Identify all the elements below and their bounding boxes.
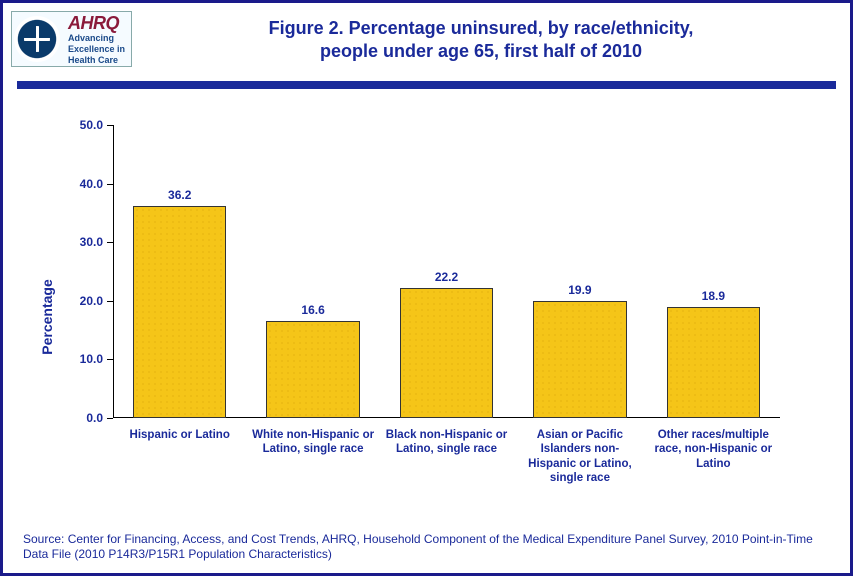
y-tick-label: 40.0 xyxy=(63,177,103,191)
y-tick xyxy=(107,184,113,185)
bar-value-label: 22.2 xyxy=(435,270,458,284)
hhs-seal-icon xyxy=(14,16,60,62)
chart-area: Percentage 36.2 16.6 22.2 19.9 18.9 0.0 10.0 2… xyxy=(33,107,820,528)
bar xyxy=(400,288,493,418)
x-labels-container: Hispanic or LatinoWhite non-Hispanic or … xyxy=(113,422,780,518)
plot-region: 36.216.622.219.918.9 0.010.020.030.040.0… xyxy=(113,125,780,418)
y-tick xyxy=(107,242,113,243)
x-category-label: Hispanic or Latino xyxy=(113,422,246,518)
y-tick xyxy=(107,125,113,126)
bar-slot: 18.9 xyxy=(647,125,780,418)
bar xyxy=(133,206,226,418)
ahrq-logo: AHRQ Advancing Excellence in Health Care xyxy=(11,11,132,67)
y-tick-label: 0.0 xyxy=(63,411,103,425)
bar-value-label: 18.9 xyxy=(702,289,725,303)
y-tick-label: 30.0 xyxy=(63,235,103,249)
ahrq-tagline-1: Advancing xyxy=(68,34,125,43)
figure-title: Figure 2. Percentage uninsured, by race/… xyxy=(132,11,830,64)
bar-slot: 19.9 xyxy=(513,125,646,418)
y-tick-label: 50.0 xyxy=(63,118,103,132)
title-line-2: people under age 65, first half of 2010 xyxy=(132,40,830,63)
bar xyxy=(266,321,359,418)
header-row: AHRQ Advancing Excellence in Health Care… xyxy=(3,3,850,71)
y-axis-label: Percentage xyxy=(39,280,55,355)
bar xyxy=(667,307,760,418)
x-category-label: Other races/multiple race, non-Hispanic … xyxy=(647,422,780,518)
y-tick-label: 20.0 xyxy=(63,294,103,308)
ahrq-tagline-2: Excellence in xyxy=(68,45,125,54)
bar-value-label: 16.6 xyxy=(301,303,324,317)
title-line-1: Figure 2. Percentage uninsured, by race/… xyxy=(132,17,830,40)
x-category-label: Asian or Pacific Islanders non-Hispanic … xyxy=(513,422,646,518)
figure-frame: AHRQ Advancing Excellence in Health Care… xyxy=(0,0,853,576)
bars-container: 36.2 16.6 22.2 19.9 18.9 xyxy=(113,125,780,418)
x-category-label: Black non-Hispanic or Latino, single rac… xyxy=(380,422,513,518)
ahrq-wordmark: AHRQ xyxy=(68,14,125,32)
bar-value-label: 19.9 xyxy=(568,283,591,297)
divider-bar xyxy=(17,81,836,89)
y-tick xyxy=(107,301,113,302)
y-tick xyxy=(107,418,113,419)
y-tick-label: 10.0 xyxy=(63,352,103,366)
bar-slot: 16.6 xyxy=(246,125,379,418)
x-category-label: White non-Hispanic or Latino, single rac… xyxy=(246,422,379,518)
source-citation: Source: Center for Financing, Access, an… xyxy=(3,528,850,573)
bar-slot: 36.2 xyxy=(113,125,246,418)
bar xyxy=(533,301,626,418)
bar-slot: 22.2 xyxy=(380,125,513,418)
ahrq-tagline-3: Health Care xyxy=(68,56,125,65)
y-tick xyxy=(107,359,113,360)
ahrq-text-block: AHRQ Advancing Excellence in Health Care xyxy=(64,14,125,65)
bar-value-label: 36.2 xyxy=(168,188,191,202)
